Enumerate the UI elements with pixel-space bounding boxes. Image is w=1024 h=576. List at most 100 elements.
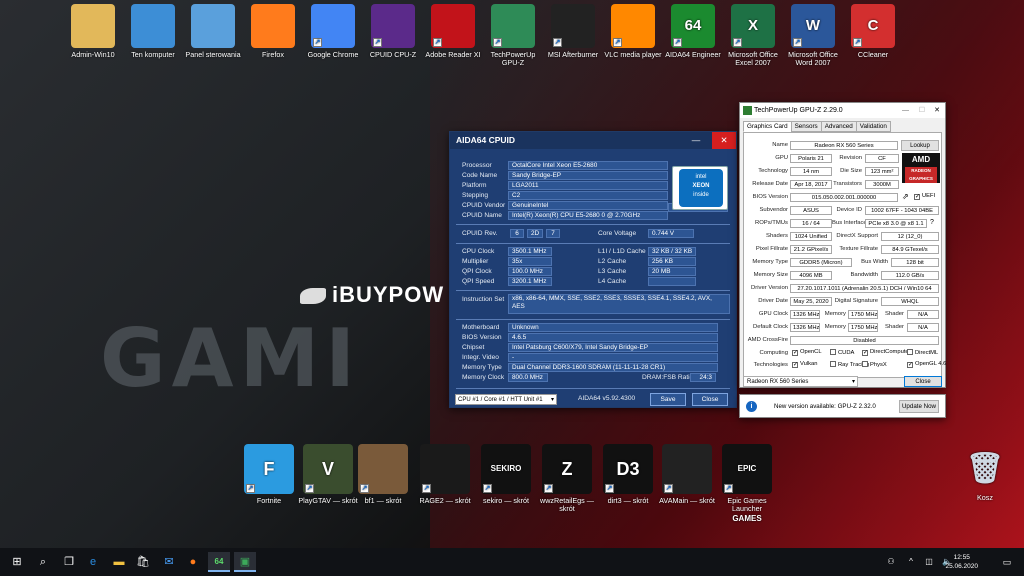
- tab-advanced[interactable]: Advanced: [820, 121, 857, 132]
- aida-label: QPI Clock: [462, 268, 492, 275]
- gpu-selector[interactable]: Radeon RX 560 Series ▾: [743, 376, 858, 387]
- taskbar: ⊞ ⌕ ❐ e ▬ 🛍 ✉ ● 64 ▣ ⚇ ^ ◫ 🔈 12:55 25.06.…: [0, 548, 1024, 576]
- checkbox-vulkan[interactable]: ✓ Vulkan: [792, 361, 818, 368]
- divider: [456, 224, 730, 225]
- mail-icon[interactable]: ✉: [158, 552, 180, 572]
- firefox-taskbar-icon[interactable]: ●: [182, 552, 204, 572]
- fortnite-icon: F ↗: [244, 444, 294, 494]
- tab-validation[interactable]: Validation: [855, 121, 891, 132]
- aida-label: Integr. Video: [462, 354, 499, 361]
- desktop-icon-word[interactable]: W ↗ Microsoft Office Word 2007: [782, 4, 844, 67]
- desktop-icon-bf1[interactable]: ↗ bf1 — skrót: [352, 444, 414, 505]
- update-now-button[interactable]: Update Now: [899, 400, 939, 413]
- desktop-icon-rage2[interactable]: ↗ RAGE2 — skrót: [414, 444, 476, 505]
- gpuz-field: May 25, 2020: [790, 297, 832, 306]
- close-window-button[interactable]: ✕: [712, 132, 736, 149]
- checkbox-opencl[interactable]: ✓ OpenCL: [792, 349, 822, 356]
- desktop-icon-chrome[interactable]: ↗ Google Chrome: [302, 4, 364, 59]
- divider: [456, 243, 730, 244]
- checkbox-icon: [862, 361, 868, 367]
- aida-label: Multiplier: [462, 258, 489, 265]
- desktop-icon-label: Firefox: [262, 50, 284, 59]
- task-view-icon[interactable]: ❐: [58, 552, 80, 572]
- desktop-icon-label: Adobe Reader XI: [425, 50, 481, 59]
- gpuz-update-notice: i New version available: GPU-Z 2.32.0 Up…: [739, 394, 946, 418]
- close-button[interactable]: Close: [904, 376, 942, 387]
- epic-games-icon-glyph: EPIC GAMES: [732, 464, 762, 523]
- maximize-button[interactable]: ☐: [919, 103, 925, 118]
- uefi-checkbox[interactable]: ✓ UEFI: [914, 193, 935, 200]
- afterburner-icon: ↗: [551, 4, 595, 48]
- aida-value-field: 800.0 MHz: [508, 373, 548, 382]
- search-icon[interactable]: ⌕: [32, 552, 54, 572]
- checkbox-directml[interactable]: DirectML: [907, 349, 938, 356]
- desktop-icon-user-folder[interactable]: Admin-Win10: [62, 4, 124, 59]
- shortcut-arrow-icon: ↗: [373, 38, 382, 47]
- desktop-icon-sekiro[interactable]: SEKIRO ↗ sekiro — skrót: [475, 444, 537, 505]
- checkbox-physx[interactable]: PhysX: [862, 361, 887, 368]
- desktop-icon-avamain[interactable]: ↗ AVAMain — skrót: [656, 444, 718, 505]
- aida-label: Chipset: [462, 344, 485, 351]
- checkbox-opengl-4-6[interactable]: ✓ OpenGL 4.6: [907, 361, 946, 368]
- file-explorer-icon[interactable]: ▬: [108, 552, 130, 572]
- store-icon[interactable]: 🛍: [132, 552, 154, 572]
- aida64-taskbar-icon[interactable]: 64: [208, 552, 230, 572]
- desktop-icon-vlc[interactable]: ↗ VLC media player: [602, 4, 664, 59]
- cpu-core-selector[interactable]: CPU #1 / Core #1 / HTT Unit #1 ▾: [455, 394, 557, 405]
- desktop-icon-computer[interactable]: Ten komputer: [122, 4, 184, 59]
- aida-value-field: LGA2011: [508, 181, 668, 190]
- minimize-button[interactable]: —: [902, 103, 909, 118]
- gpuz-label: ROPs/TMUs: [754, 220, 788, 226]
- desktop-icon-excel[interactable]: X ↗ Microsoft Office Excel 2007: [722, 4, 784, 67]
- gtav-icon: V ↗: [303, 444, 353, 494]
- desktop-icon-firefox[interactable]: Firefox: [242, 4, 304, 59]
- gpuz-field: Radeon RX 560 Series: [790, 141, 898, 150]
- gpuz-field: 16 / 64: [790, 219, 832, 228]
- uefi-label: UEFI: [922, 193, 936, 199]
- desktop-icon-epic-games[interactable]: EPIC GAMES↗Epic Games Launcher: [716, 444, 778, 523]
- desktop-icon-adobe-reader[interactable]: ↗ Adobe Reader XI: [422, 4, 484, 59]
- aida-value-field: C2: [508, 191, 668, 200]
- windows-start-icon[interactable]: ⊞: [6, 552, 28, 572]
- desktop-icon-gpuz[interactable]: ↗ TechPowerUp GPU-Z: [482, 4, 544, 67]
- desktop-icon-aida64[interactable]: 64 ↗ AIDA64 Engineer: [662, 4, 724, 59]
- desktop-icon-control-panel[interactable]: Panel sterowania: [182, 4, 244, 59]
- shortcut-arrow-icon: ↗: [613, 38, 622, 47]
- checkbox-cuda[interactable]: CUDA: [830, 349, 854, 356]
- gpu-selector-value: Radeon RX 560 Series: [747, 379, 809, 385]
- gpuz-taskbar-icon[interactable]: ▣: [234, 552, 256, 572]
- desktop-icon-wwz[interactable]: Z ↗ wwzRetailEgs — skrót: [536, 444, 598, 513]
- close-button[interactable]: Close: [692, 393, 728, 406]
- gpuz-field: 14 nm: [790, 167, 832, 176]
- aida-label: BIOS Version: [462, 334, 502, 341]
- desktop-icon-cpuz[interactable]: ↗ CPUID CPU-Z: [362, 4, 424, 59]
- divider: [456, 319, 730, 320]
- gpuz-label: Revision: [839, 155, 862, 161]
- divider: [456, 290, 730, 291]
- share-icon[interactable]: ⇗: [902, 192, 909, 201]
- desktop-icon-dirt3[interactable]: D3 ↗ dirt3 — skrót: [597, 444, 659, 505]
- tab-graphics-card[interactable]: Graphics Card: [743, 121, 792, 132]
- checkbox-icon: ✓: [914, 194, 921, 200]
- edge-icon[interactable]: e: [82, 552, 104, 572]
- aida-label: Memory Type: [462, 364, 502, 371]
- checkbox-directcompute[interactable]: ✓ DirectCompute: [862, 349, 909, 356]
- desktop-icon-ccleaner[interactable]: C ↗ CCleaner: [842, 4, 904, 59]
- people-icon[interactable]: ⚇: [880, 552, 902, 572]
- desktop-icon-fortnite[interactable]: F ↗ Fortnite: [238, 444, 300, 505]
- notifications-icon[interactable]: ▭: [996, 552, 1018, 572]
- sekiro-icon: SEKIRO ↗: [481, 444, 531, 494]
- save-button[interactable]: Save: [650, 393, 686, 406]
- close-window-button[interactable]: ✕: [934, 103, 940, 118]
- aida-label: L4 Cache: [598, 278, 627, 285]
- adobe-reader-icon: ↗: [431, 4, 475, 48]
- tab-sensors[interactable]: Sensors: [790, 121, 822, 132]
- minimize-button[interactable]: —: [684, 132, 708, 149]
- desktop-icon-recycle-bin[interactable]: 🗑 Kosz: [954, 447, 1016, 502]
- desktop-icon-afterburner[interactable]: ↗ MSI Afterburner: [542, 4, 604, 59]
- lookup-button[interactable]: Lookup: [901, 140, 939, 151]
- taskbar-clock[interactable]: 12:55 25.06.2020: [945, 553, 978, 571]
- desktop-icon-gtav[interactable]: V ↗ PlayGTAV — skrót: [297, 444, 359, 505]
- gpuz-tabs: Graphics Card Sensors Advanced Validation: [743, 121, 891, 132]
- help-icon[interactable]: ?: [930, 219, 934, 226]
